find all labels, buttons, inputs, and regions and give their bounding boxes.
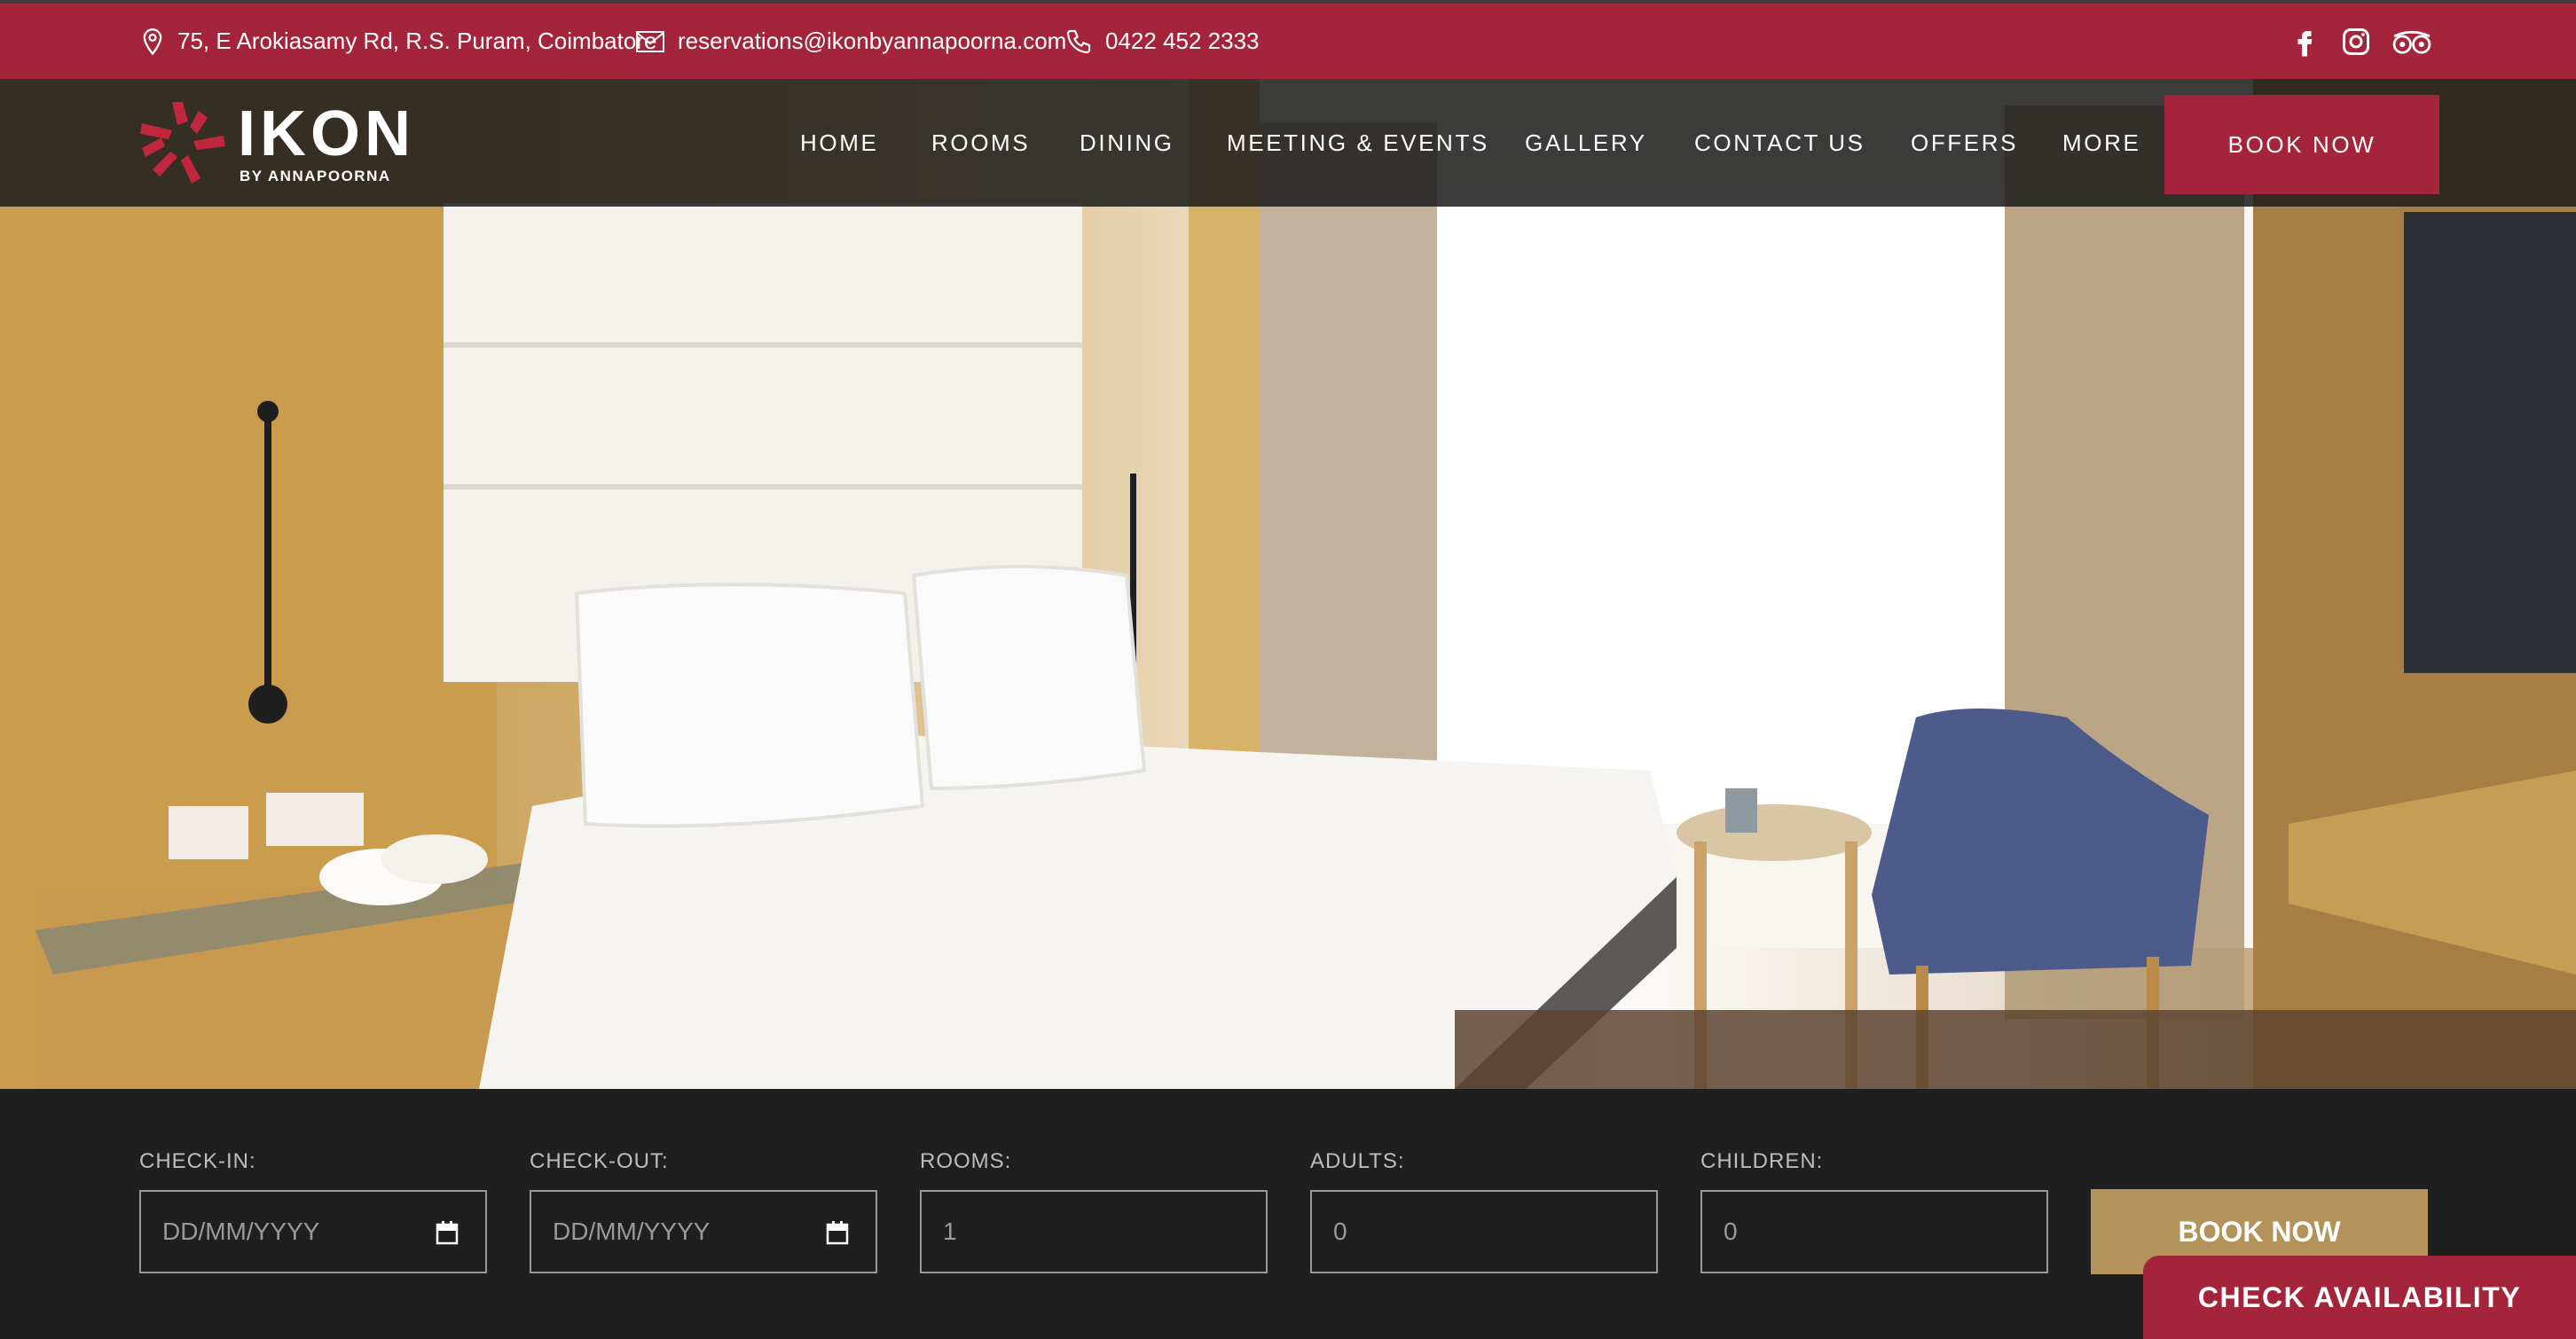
children-input[interactable]: 0 bbox=[1700, 1190, 2048, 1273]
adults-input[interactable]: 0 bbox=[1310, 1190, 1658, 1273]
nav-book-now-button[interactable]: BOOK NOW bbox=[2164, 95, 2439, 194]
ikon-logo[interactable]: IKON BY ANNAPOORNA bbox=[138, 98, 422, 187]
calendar-icon[interactable] bbox=[826, 1220, 849, 1245]
phone-link[interactable]: 0422 452 2333 bbox=[1105, 27, 1260, 55]
phone-item[interactable]: 0422 452 2333 bbox=[1064, 4, 1260, 79]
nav-rooms[interactable]: ROOMS bbox=[931, 79, 1030, 207]
social-links bbox=[2289, 4, 2432, 79]
top-info-bar: 75, E Arokiasamy Rd, R.S. Puram, Coimbat… bbox=[0, 0, 2576, 79]
checkin-label: CHECK-IN: bbox=[139, 1149, 256, 1173]
checkin-placeholder: DD/MM/YYYY bbox=[162, 1218, 320, 1245]
adults-label: ADULTS: bbox=[1310, 1149, 1405, 1173]
nav-more[interactable]: MORE bbox=[2062, 79, 2140, 207]
rooms-input[interactable]: 1 bbox=[920, 1190, 1268, 1273]
location-pin-icon bbox=[143, 27, 162, 56]
nav-contact-us[interactable]: CONTACT US bbox=[1694, 79, 1865, 207]
hotel-room-illustration bbox=[0, 79, 2576, 1089]
facebook-icon[interactable] bbox=[2289, 26, 2321, 58]
email-item[interactable]: reservations@ikonbyannapoorna.com bbox=[635, 4, 1066, 79]
phone-icon bbox=[1066, 29, 1091, 53]
main-navigation: IKON BY ANNAPOORNA HOME ROOMS DINING MEE… bbox=[0, 79, 2576, 207]
envelope-icon bbox=[636, 30, 664, 52]
checkout-placeholder: DD/MM/YYYY bbox=[553, 1218, 711, 1245]
checkin-date-input[interactable]: DD/MM/YYYY bbox=[139, 1190, 487, 1273]
nav-home[interactable]: HOME bbox=[800, 79, 878, 207]
children-value: 0 bbox=[1724, 1218, 1738, 1245]
nav-gallery[interactable]: GALLERY bbox=[1525, 79, 1647, 207]
nav-dining[interactable]: DINING bbox=[1080, 79, 1174, 207]
ikon-logo-mark bbox=[140, 102, 225, 184]
checkout-label: CHECK-OUT: bbox=[530, 1149, 669, 1173]
nav-meeting-events[interactable]: MEETING & EVENTS bbox=[1227, 79, 1489, 207]
calendar-icon[interactable] bbox=[436, 1220, 459, 1245]
checkout-date-input[interactable]: DD/MM/YYYY bbox=[530, 1190, 877, 1273]
nav-offers[interactable]: OFFERS bbox=[1911, 79, 2018, 207]
email-link[interactable]: reservations@ikonbyannapoorna.com bbox=[678, 27, 1066, 55]
address-item: 75, E Arokiasamy Rd, R.S. Puram, Coimbat… bbox=[140, 4, 656, 79]
hero-room-image bbox=[0, 79, 2576, 1089]
brand-tagline: BY ANNAPOORNA bbox=[240, 168, 391, 184]
instagram-icon[interactable] bbox=[2340, 26, 2372, 58]
brand-name: IKON bbox=[238, 98, 415, 169]
rooms-value: 1 bbox=[943, 1218, 957, 1245]
rooms-label: ROOMS: bbox=[920, 1149, 1012, 1173]
adults-value: 0 bbox=[1333, 1218, 1347, 1245]
address-text: 75, E Arokiasamy Rd, R.S. Puram, Coimbat… bbox=[177, 27, 657, 54]
tripadvisor-icon[interactable] bbox=[2391, 26, 2432, 58]
check-availability-button[interactable]: CHECK AVAILABILITY bbox=[2143, 1256, 2576, 1339]
children-label: CHILDREN: bbox=[1700, 1149, 1824, 1173]
